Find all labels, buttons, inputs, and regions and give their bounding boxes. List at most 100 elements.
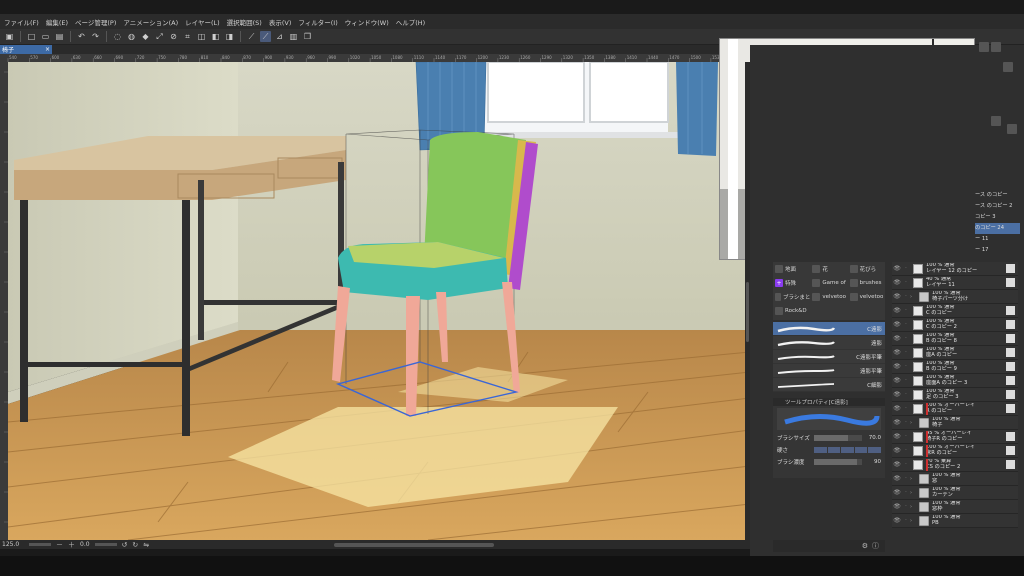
open-file-icon[interactable]: ▭ bbox=[40, 31, 51, 42]
layer-row[interactable]: 👁 · 100 % オーバーレイ R のコピー bbox=[892, 402, 1018, 416]
fill-icon[interactable]: ◆ bbox=[140, 31, 151, 42]
snap-to-ruler-icon[interactable]: ⟋ bbox=[246, 31, 257, 42]
visibility-eye-icon[interactable]: 👁 bbox=[892, 279, 902, 286]
color-wheel-icon[interactable] bbox=[979, 42, 989, 52]
redo-icon[interactable]: ↷ bbox=[90, 31, 101, 42]
layer-row[interactable]: 👁 · 45 % オーバーレイ 椅子R のコピー bbox=[892, 430, 1018, 444]
brush-list-item[interactable]: C細影 bbox=[773, 378, 885, 392]
document-tab[interactable]: 椅子 × bbox=[0, 45, 52, 54]
visibility-eye-icon[interactable]: 👁 bbox=[892, 489, 902, 496]
layer-lock-icon[interactable]: · bbox=[902, 321, 910, 328]
canvas-horizontal-scrollbar[interactable] bbox=[334, 542, 495, 547]
layer-row[interactable]: 👁 · 100 % 通常 レイヤー 12 のコピー bbox=[892, 262, 1018, 276]
visibility-eye-icon[interactable]: 👁 bbox=[892, 363, 902, 370]
snap-to-special-ruler-icon[interactable]: ⟋ bbox=[260, 31, 271, 42]
rotation-value[interactable]: 0.0 bbox=[80, 541, 90, 548]
expand-selection-icon[interactable]: ◧ bbox=[210, 31, 221, 42]
invert-selection-icon[interactable]: ◫ bbox=[196, 31, 207, 42]
layer-lock-icon[interactable]: · bbox=[902, 461, 910, 468]
chevron-right-icon[interactable]: › bbox=[910, 490, 916, 496]
visibility-eye-icon[interactable]: 👁 bbox=[892, 419, 902, 426]
visibility-eye-icon[interactable]: 👁 bbox=[892, 293, 902, 300]
transform-icon[interactable]: ⤢ bbox=[154, 31, 165, 42]
settings-icon[interactable]: ⚙ bbox=[862, 542, 868, 550]
chevron-right-icon[interactable]: › bbox=[910, 420, 916, 426]
zoom-slider[interactable] bbox=[29, 543, 51, 546]
chevron-right-icon[interactable]: › bbox=[910, 518, 916, 524]
deselect-icon[interactable]: ⊘ bbox=[168, 31, 179, 42]
reference-icon[interactable]: ❒ bbox=[302, 31, 313, 42]
scrollbar-thumb[interactable] bbox=[746, 282, 749, 342]
chevron-right-icon[interactable]: › bbox=[910, 476, 916, 482]
hardness-row[interactable]: 硬さ bbox=[773, 444, 885, 456]
undo-icon[interactable]: ↶ bbox=[76, 31, 87, 42]
sub-tool-item[interactable]: 地面 bbox=[773, 265, 810, 273]
menu-item[interactable]: ウィンドウ(W) bbox=[345, 17, 389, 27]
clear-icon[interactable]: ◌ bbox=[112, 31, 123, 42]
shrink-selection-icon[interactable]: ◨ bbox=[224, 31, 235, 42]
layer-lock-icon[interactable]: · bbox=[902, 293, 910, 300]
chevron-right-icon[interactable]: › bbox=[910, 294, 916, 300]
sub-tool-item[interactable]: brushes bbox=[848, 279, 885, 287]
visibility-eye-icon[interactable]: 👁 bbox=[892, 265, 902, 272]
layer-lock-icon[interactable]: · bbox=[902, 307, 910, 314]
chevron-right-icon[interactable]: › bbox=[910, 504, 916, 510]
layer-row[interactable]: 👁 · › 100 % 通常 椅子 bbox=[892, 416, 1018, 430]
visibility-eye-icon[interactable]: 👁 bbox=[892, 461, 902, 468]
layer-label[interactable]: ー 11 bbox=[975, 234, 1020, 245]
app-logo-icon[interactable]: ▣ bbox=[4, 31, 15, 42]
menu-item[interactable]: 表示(V) bbox=[269, 17, 292, 27]
show-ruler-icon[interactable]: ▥ bbox=[288, 31, 299, 42]
new-file-icon[interactable]: □ bbox=[26, 31, 37, 42]
visibility-eye-icon[interactable]: 👁 bbox=[892, 377, 902, 384]
visibility-eye-icon[interactable]: 👁 bbox=[892, 503, 902, 510]
layer-lock-icon[interactable]: · bbox=[902, 391, 910, 398]
layer-row[interactable]: 👁 · 100 % 通常 座面A のコピー 3 bbox=[892, 374, 1018, 388]
menu-item[interactable]: ページ管理(P) bbox=[75, 17, 116, 27]
layer-label[interactable]: コピー 3 bbox=[975, 212, 1020, 223]
layer-row[interactable]: 👁 · 100 % 通常 C のコピー 2 bbox=[892, 318, 1018, 332]
sub-tool-item[interactable]: + 特殊 bbox=[773, 279, 810, 287]
snap-to-grid-icon[interactable]: ⊿ bbox=[274, 31, 285, 42]
menu-item[interactable]: フィルター(I) bbox=[298, 17, 337, 27]
brush-list-item[interactable]: 遠影平筆 bbox=[773, 364, 885, 378]
layer-row[interactable]: 👁 · › 100 % 通常 PB bbox=[892, 514, 1018, 528]
zoom-in-icon[interactable]: ＋ bbox=[68, 540, 75, 550]
rotation-slider[interactable] bbox=[94, 543, 117, 546]
layer-lock-icon[interactable]: · bbox=[902, 517, 910, 524]
visibility-eye-icon[interactable]: 👁 bbox=[892, 349, 902, 356]
layer-lock-icon[interactable]: · bbox=[902, 419, 910, 426]
visibility-eye-icon[interactable]: 👁 bbox=[892, 517, 902, 524]
navigator-icon[interactable] bbox=[1003, 62, 1013, 72]
layer-lock-icon[interactable]: · bbox=[902, 265, 910, 272]
layer-lock-icon[interactable]: · bbox=[902, 433, 910, 440]
layer-row[interactable]: 👁 · › 100 % 通常 椅子パーツ分け bbox=[892, 290, 1018, 304]
brush-size-slider[interactable] bbox=[814, 435, 862, 441]
info-icon[interactable]: ⓘ bbox=[872, 541, 879, 551]
layer-row[interactable]: 👁 · 100 % 通常 C のコピー bbox=[892, 304, 1018, 318]
hardness-selector[interactable] bbox=[814, 447, 881, 453]
layer-row[interactable]: 👁 · › 100 % 通常 カーテン bbox=[892, 486, 1018, 500]
sub-tool-item[interactable]: velvetoo bbox=[848, 293, 885, 301]
sub-tool-item[interactable]: velvetoo bbox=[810, 293, 847, 301]
brush-list-item[interactable]: C遠影 bbox=[773, 322, 885, 336]
layer-lock-icon[interactable]: · bbox=[902, 489, 910, 496]
layer-row[interactable]: 👁 · › 100 % 通常窓 bbox=[892, 472, 1018, 486]
brush-density-row[interactable]: ブラシ濃度 90 bbox=[773, 456, 885, 468]
layer-row[interactable]: 👁 · 100 % 通常 B のコピー 8 bbox=[892, 332, 1018, 346]
layer-lock-icon[interactable]: · bbox=[902, 363, 910, 370]
visibility-eye-icon[interactable]: 👁 bbox=[892, 433, 902, 440]
brush-density-value[interactable]: 90 bbox=[865, 459, 881, 465]
layer-lock-icon[interactable]: · bbox=[902, 349, 910, 356]
layer-search-icon[interactable] bbox=[1007, 124, 1017, 134]
layer-label[interactable]: ー 17 bbox=[975, 245, 1020, 256]
layer-label[interactable]: のコピー 24 bbox=[975, 223, 1020, 234]
layer-label[interactable]: ース のコピー 2 bbox=[975, 201, 1020, 212]
layer-lock-icon[interactable]: · bbox=[902, 377, 910, 384]
menu-item[interactable]: 選択範囲(S) bbox=[227, 17, 262, 27]
rotate-left-icon[interactable]: ↺ bbox=[122, 541, 128, 549]
flip-icon[interactable]: ⇋ bbox=[143, 541, 149, 549]
sub-tool-item[interactable]: Game of bbox=[810, 279, 847, 287]
zoom-out-icon[interactable]: － bbox=[56, 540, 63, 550]
visibility-eye-icon[interactable]: 👁 bbox=[892, 307, 902, 314]
